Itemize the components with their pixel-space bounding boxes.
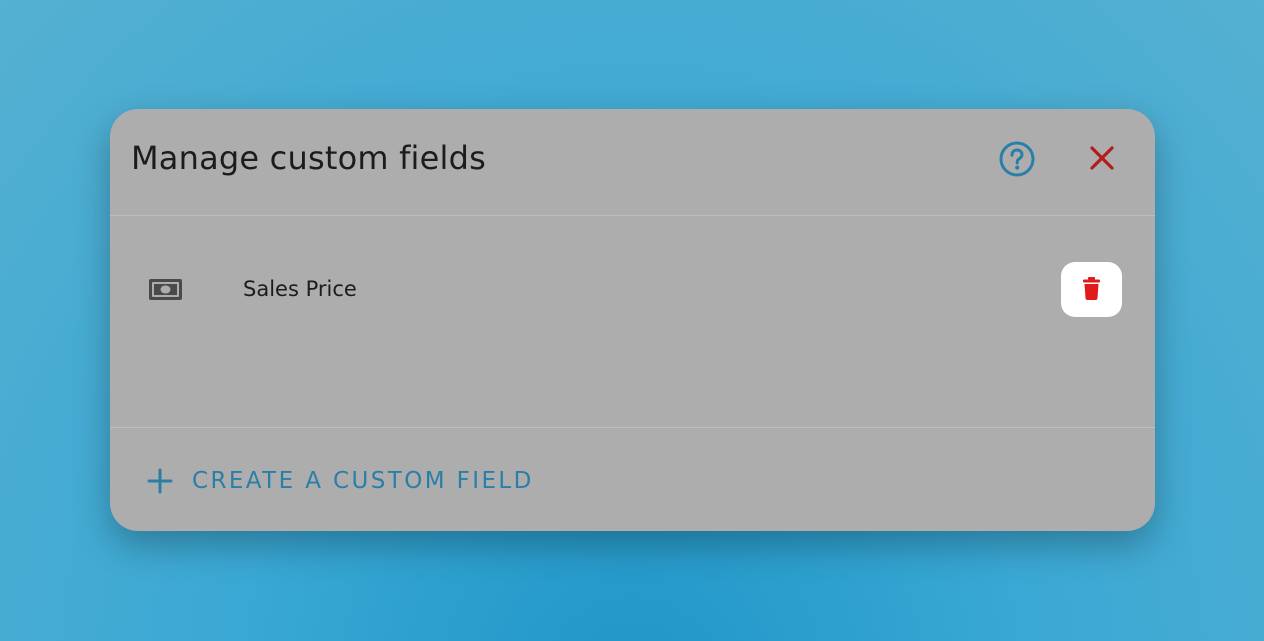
close-button[interactable] [1082, 138, 1122, 178]
dialog-header: Manage custom fields [110, 109, 1155, 216]
close-icon [1090, 146, 1114, 170]
dialog-title: Manage custom fields [131, 139, 487, 177]
trash-icon [1083, 277, 1100, 300]
create-custom-field-button[interactable]: CREATE A CUSTOM FIELD [146, 464, 534, 498]
plus-icon [147, 468, 173, 494]
help-button[interactable] [997, 139, 1037, 179]
dialog-footer: CREATE A CUSTOM FIELD [110, 427, 1155, 531]
manage-custom-fields-dialog: Manage custom fields Sales Price CREATE … [110, 109, 1155, 531]
delete-field-button[interactable] [1061, 262, 1122, 317]
custom-field-row[interactable]: Sales Price [110, 244, 1155, 334]
create-custom-field-label: CREATE A CUSTOM FIELD [192, 468, 534, 494]
help-circle-icon [999, 141, 1035, 177]
money-icon [149, 279, 182, 300]
field-label: Sales Price [243, 277, 357, 301]
